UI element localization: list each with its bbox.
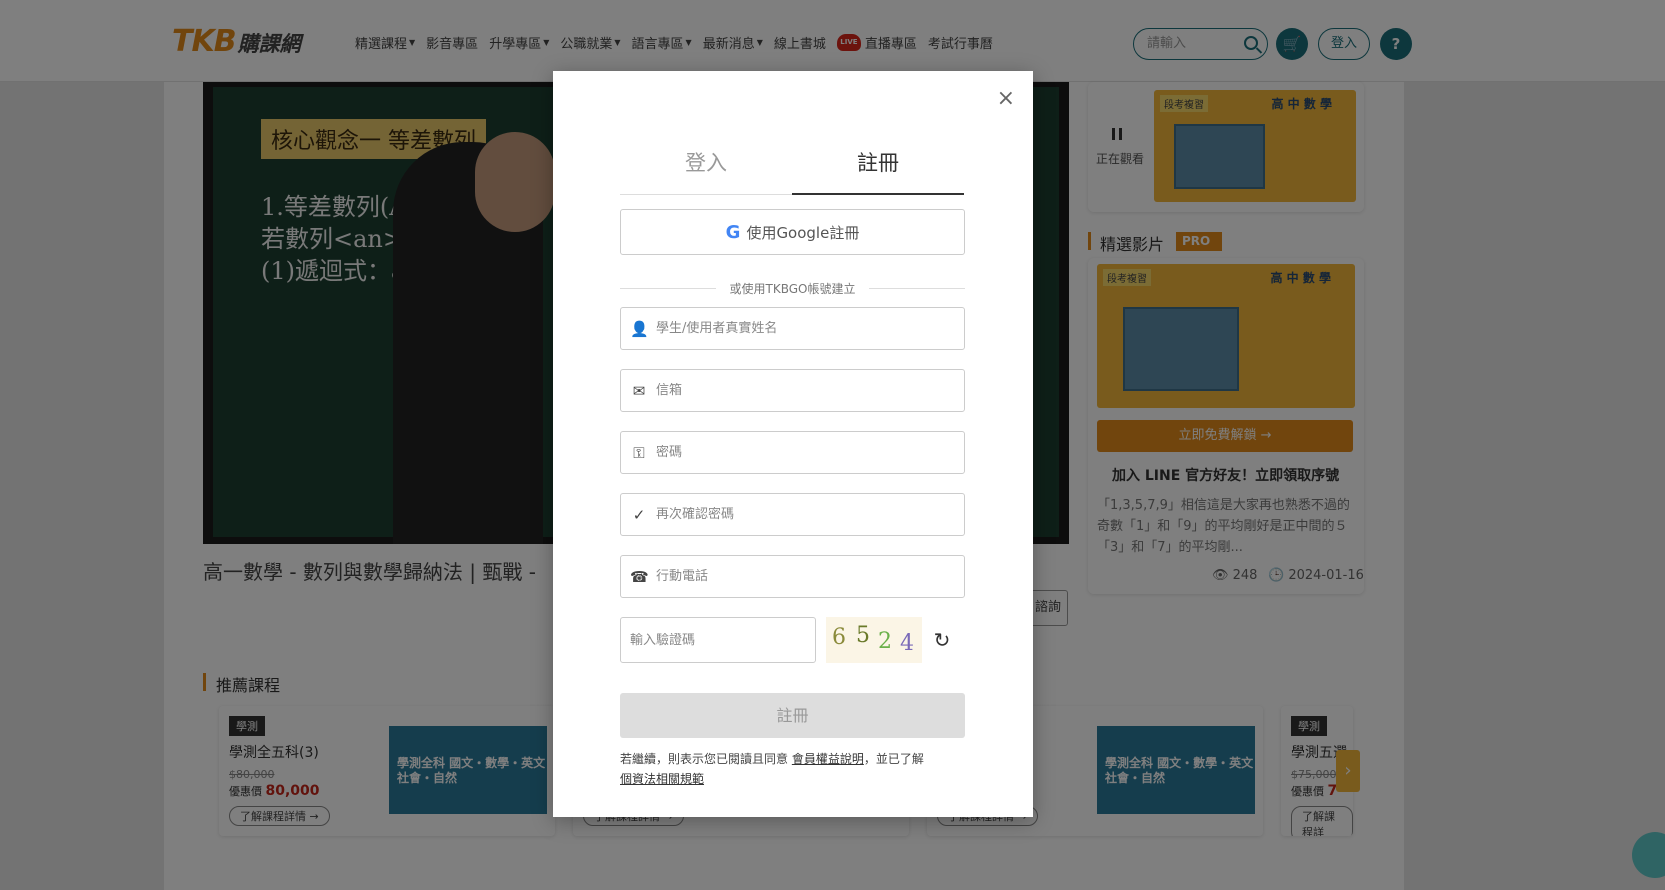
captcha-image: 6 5 2 4 bbox=[826, 617, 922, 663]
confirm-password-field[interactable]: ✓ bbox=[620, 493, 965, 536]
email-input[interactable] bbox=[656, 383, 936, 398]
key-icon: ⚿ bbox=[633, 443, 645, 462]
divider-line bbox=[869, 287, 965, 289]
user-icon: 👤 bbox=[630, 319, 649, 338]
envelope-icon: ✉ bbox=[632, 381, 646, 400]
double-check-icon: ✓ bbox=[632, 505, 646, 524]
phone-input[interactable] bbox=[656, 569, 936, 584]
divider-line bbox=[620, 287, 716, 289]
google-register-label: 使用Google註冊 bbox=[746, 223, 860, 242]
name-field[interactable]: 👤 bbox=[620, 307, 965, 350]
terms-middle: ，並已了解 bbox=[863, 752, 924, 766]
confirm-password-input[interactable] bbox=[656, 507, 936, 522]
password-input[interactable] bbox=[656, 445, 936, 460]
privacy-law-link[interactable]: 個資法相關規範 bbox=[620, 772, 704, 786]
captcha-field[interactable] bbox=[620, 617, 816, 663]
register-modal: × 登入 註冊 G 使用Google註冊 或使用TKBGO帳號建立 👤 ✉ ⚿ … bbox=[553, 71, 1033, 817]
captcha-digit: 5 bbox=[856, 623, 870, 648]
captcha-digit: 2 bbox=[878, 629, 892, 654]
captcha-digit: 4 bbox=[900, 631, 914, 656]
tab-register[interactable]: 註冊 bbox=[792, 139, 964, 195]
google-register-button[interactable]: G 使用Google註冊 bbox=[620, 209, 965, 255]
captcha-input[interactable] bbox=[630, 632, 800, 648]
close-icon[interactable]: × bbox=[997, 88, 1015, 110]
divider-text: 或使用TKBGO帳號建立 bbox=[729, 281, 856, 296]
member-rights-link[interactable]: 會員權益說明 bbox=[792, 752, 864, 766]
register-submit-button[interactable]: 註冊 bbox=[620, 693, 965, 738]
terms-prefix: 若繼續，則表示您已閱讀且同意 bbox=[620, 752, 792, 766]
captcha-digit: 6 bbox=[832, 625, 846, 650]
or-divider: 或使用TKBGO帳號建立 bbox=[620, 281, 965, 296]
password-field[interactable]: ⚿ bbox=[620, 431, 965, 474]
phone-field[interactable]: ☎ bbox=[620, 555, 965, 598]
phone-icon: ☎ bbox=[630, 567, 649, 586]
tab-login[interactable]: 登入 bbox=[620, 139, 792, 195]
terms-notice: 若繼續，則表示您已閱讀且同意 會員權益說明，並已了解個資法相關規範 bbox=[620, 749, 965, 789]
refresh-icon[interactable]: ↻ bbox=[931, 629, 953, 651]
google-icon: G bbox=[725, 221, 741, 243]
email-field[interactable]: ✉ bbox=[620, 369, 965, 412]
name-input[interactable] bbox=[656, 321, 936, 336]
